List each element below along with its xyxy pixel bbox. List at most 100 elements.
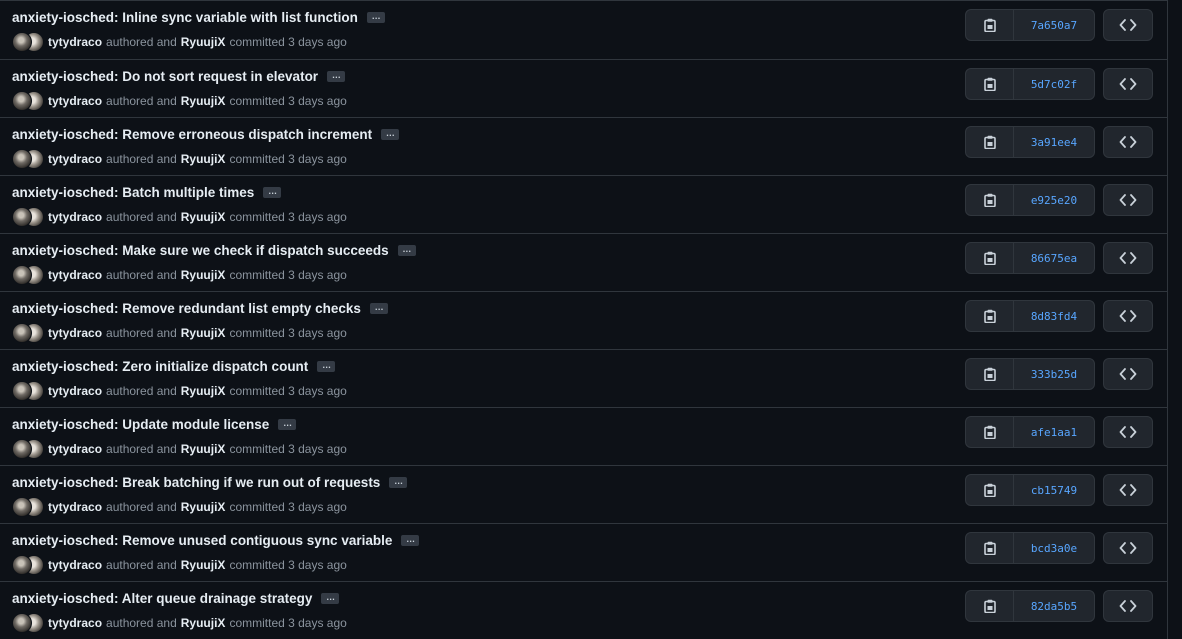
copy-sha-button[interactable] xyxy=(966,591,1014,621)
browse-repo-button[interactable] xyxy=(1103,242,1153,274)
author-avatar[interactable] xyxy=(12,555,32,575)
expand-message-button[interactable]: … xyxy=(389,476,408,488)
copy-icon xyxy=(983,18,996,32)
browse-repo-button[interactable] xyxy=(1103,532,1153,564)
expand-message-button[interactable]: … xyxy=(317,360,336,372)
committer-link[interactable]: RyuujiX xyxy=(181,616,226,630)
author-link[interactable]: tytydraco xyxy=(48,558,102,572)
browse-repo-button[interactable] xyxy=(1103,68,1153,100)
commit-sha-button-group: 3a91ee4 xyxy=(965,126,1095,158)
author-avatar[interactable] xyxy=(12,32,32,52)
author-avatar[interactable] xyxy=(12,497,32,517)
committer-link[interactable]: RyuujiX xyxy=(181,268,226,282)
browse-repo-button[interactable] xyxy=(1103,300,1153,332)
expand-message-button[interactable]: … xyxy=(397,244,416,256)
author-link[interactable]: tytydraco xyxy=(48,384,102,398)
expand-message-button[interactable]: … xyxy=(401,534,420,546)
author-avatar[interactable] xyxy=(12,207,32,227)
commit-sha-link[interactable]: 8d83fd4 xyxy=(1014,301,1094,331)
commit-sha-link[interactable]: cb15749 xyxy=(1014,475,1094,505)
author-avatar[interactable] xyxy=(12,381,32,401)
copy-sha-button[interactable] xyxy=(966,10,1014,40)
author-avatar[interactable] xyxy=(12,149,32,169)
browse-repo-button[interactable] xyxy=(1103,474,1153,506)
committer-link[interactable]: RyuujiX xyxy=(181,94,226,108)
author-avatar[interactable] xyxy=(12,613,32,633)
committer-link[interactable]: RyuujiX xyxy=(181,326,226,340)
commit-row: anxiety-iosched: Break batching if we ru… xyxy=(0,465,1167,523)
committer-link[interactable]: RyuujiX xyxy=(181,500,226,514)
author-link[interactable]: tytydraco xyxy=(48,35,102,49)
copy-sha-button[interactable] xyxy=(966,301,1014,331)
author-link[interactable]: tytydraco xyxy=(48,442,102,456)
browse-repo-button[interactable] xyxy=(1103,416,1153,448)
commit-title-link[interactable]: anxiety-iosched: Do not sort request in … xyxy=(12,69,318,84)
commit-title-link[interactable]: anxiety-iosched: Remove unused contiguou… xyxy=(12,533,392,548)
browse-repo-button[interactable] xyxy=(1103,9,1153,41)
author-avatar[interactable] xyxy=(12,265,32,285)
commit-title-link[interactable]: anxiety-iosched: Remove erroneous dispat… xyxy=(12,127,372,142)
authored-label: authored and xyxy=(106,152,177,166)
commit-title-link[interactable]: anxiety-iosched: Make sure we check if d… xyxy=(12,243,389,258)
author-link[interactable]: tytydraco xyxy=(48,152,102,166)
expand-message-button[interactable]: … xyxy=(381,128,400,140)
copy-sha-button[interactable] xyxy=(966,243,1014,273)
author-avatar[interactable] xyxy=(12,91,32,111)
commit-sha-link[interactable]: e925e20 xyxy=(1014,185,1094,215)
copy-sha-button[interactable] xyxy=(966,417,1014,447)
commit-sha-button-group: 5d7c02f xyxy=(965,68,1095,100)
expand-message-button[interactable]: … xyxy=(366,11,385,23)
commit-row: anxiety-iosched: Batch multiple times … … xyxy=(0,175,1167,233)
author-link[interactable]: tytydraco xyxy=(48,616,102,630)
author-link[interactable]: tytydraco xyxy=(48,94,102,108)
commit-title-link[interactable]: anxiety-iosched: Batch multiple times xyxy=(12,185,254,200)
author-avatar[interactable] xyxy=(12,439,32,459)
copy-sha-button[interactable] xyxy=(966,69,1014,99)
author-link[interactable]: tytydraco xyxy=(48,210,102,224)
commit-sha-link[interactable]: 82da5b5 xyxy=(1014,591,1094,621)
commit-title-line: anxiety-iosched: Alter queue drainage st… xyxy=(12,591,340,606)
author-link[interactable]: tytydraco xyxy=(48,326,102,340)
commit-title-link[interactable]: anxiety-iosched: Inline sync variable wi… xyxy=(12,10,358,25)
browse-repo-button[interactable] xyxy=(1103,126,1153,158)
committer-link[interactable]: RyuujiX xyxy=(181,152,226,166)
commit-title-link[interactable]: anxiety-iosched: Alter queue drainage st… xyxy=(12,591,312,606)
expand-message-button[interactable]: … xyxy=(327,70,346,82)
browse-repo-button[interactable] xyxy=(1103,358,1153,390)
committer-link[interactable]: RyuujiX xyxy=(181,35,226,49)
commit-sha-link[interactable]: 5d7c02f xyxy=(1014,69,1094,99)
copy-sha-button[interactable] xyxy=(966,359,1014,389)
commit-title-link[interactable]: anxiety-iosched: Remove redundant list e… xyxy=(12,301,361,316)
copy-sha-button[interactable] xyxy=(966,533,1014,563)
expand-message-button[interactable]: … xyxy=(263,186,282,198)
code-icon xyxy=(1119,19,1137,31)
commit-title-link[interactable]: anxiety-iosched: Break batching if we ru… xyxy=(12,475,380,490)
commit-row: anxiety-iosched: Remove unused contiguou… xyxy=(0,523,1167,581)
commit-sha-button-group: e925e20 xyxy=(965,184,1095,216)
commit-sha-link[interactable]: 333b25d xyxy=(1014,359,1094,389)
copy-sha-button[interactable] xyxy=(966,127,1014,157)
committer-link[interactable]: RyuujiX xyxy=(181,210,226,224)
author-link[interactable]: tytydraco xyxy=(48,500,102,514)
commit-sha-link[interactable]: 3a91ee4 xyxy=(1014,127,1094,157)
expand-message-button[interactable]: … xyxy=(321,592,340,604)
commit-sha-link[interactable]: 7a650a7 xyxy=(1014,10,1094,40)
author-link[interactable]: tytydraco xyxy=(48,268,102,282)
browse-repo-button[interactable] xyxy=(1103,184,1153,216)
commit-sha-link[interactable]: bcd3a0e xyxy=(1014,533,1094,563)
committer-link[interactable]: RyuujiX xyxy=(181,558,226,572)
commit-title-link[interactable]: anxiety-iosched: Zero initialize dispatc… xyxy=(12,359,308,374)
commit-title-link[interactable]: anxiety-iosched: Update module license xyxy=(12,417,269,432)
committer-link[interactable]: RyuujiX xyxy=(181,442,226,456)
expand-message-button[interactable]: … xyxy=(369,302,388,314)
copy-sha-button[interactable] xyxy=(966,475,1014,505)
browse-repo-button[interactable] xyxy=(1103,590,1153,622)
expand-message-button[interactable]: … xyxy=(278,418,297,430)
committer-link[interactable]: RyuujiX xyxy=(181,384,226,398)
author-avatar[interactable] xyxy=(12,323,32,343)
avatar-stack xyxy=(12,381,46,401)
commit-sha-link[interactable]: afe1aa1 xyxy=(1014,417,1094,447)
commit-meta: tytydraco authored and RyuujiX committed… xyxy=(12,32,347,52)
copy-sha-button[interactable] xyxy=(966,185,1014,215)
commit-sha-link[interactable]: 86675ea xyxy=(1014,243,1094,273)
